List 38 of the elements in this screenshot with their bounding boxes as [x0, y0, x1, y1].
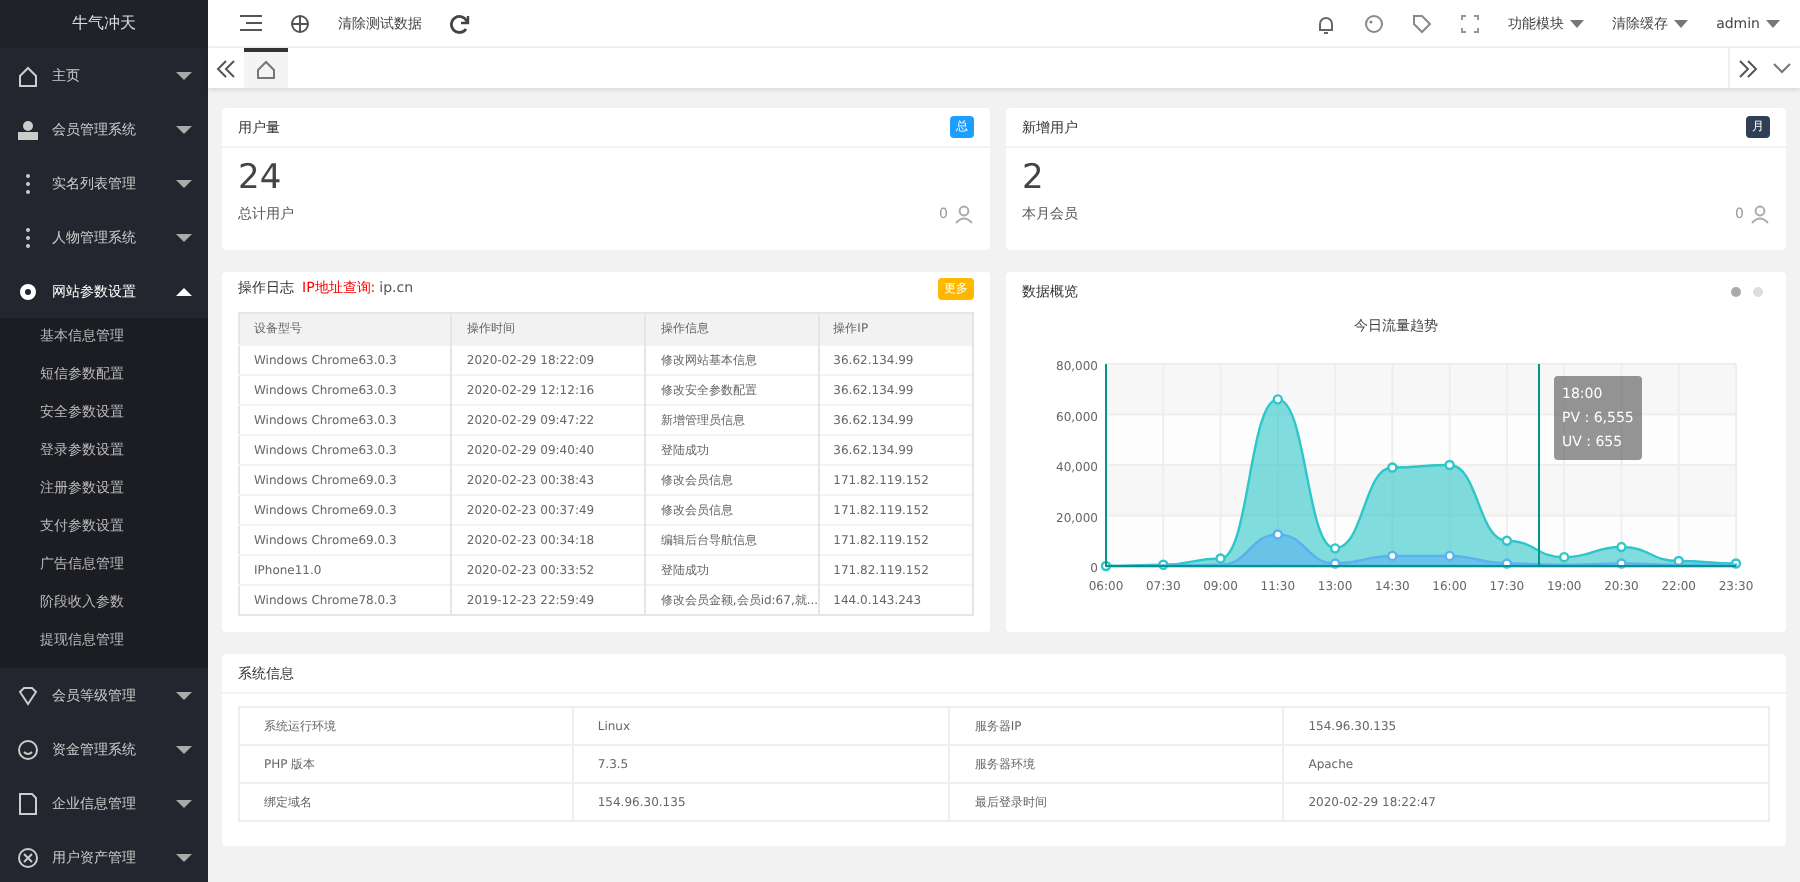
- caret-icon: [176, 123, 192, 135]
- stat-value: 2: [1022, 156, 1046, 200]
- scroll-right-button[interactable]: [1728, 48, 1764, 88]
- scroll-left-button[interactable]: [208, 48, 244, 88]
- chevron-down-icon: [1772, 62, 1792, 74]
- fullscreen-icon[interactable]: [1460, 13, 1481, 33]
- caret-icon: [1766, 19, 1780, 27]
- caret-icon: [176, 743, 192, 755]
- caret-icon: [176, 851, 192, 863]
- bell-icon[interactable]: [1316, 13, 1337, 33]
- caret-icon: [1674, 19, 1689, 27]
- caret-icon: [176, 797, 192, 809]
- home-tab[interactable]: [244, 48, 288, 88]
- double-chevron-left-icon: [216, 59, 236, 77]
- caret-icon: [176, 69, 192, 81]
- refresh-icon[interactable]: [450, 13, 470, 33]
- app-logo: 牛气冲天: [0, 0, 208, 48]
- stat-value: 24: [238, 156, 284, 200]
- caret-icon: [1570, 19, 1585, 27]
- caret-icon: [176, 177, 192, 189]
- tab-menu-button[interactable]: [1764, 48, 1800, 88]
- user-icon: [954, 204, 974, 224]
- user-icon: [16, 117, 40, 141]
- tag-icon[interactable]: [1412, 13, 1433, 33]
- caret-icon: [176, 285, 192, 297]
- home-icon: [256, 60, 276, 80]
- double-chevron-right-icon: [1737, 59, 1757, 77]
- home-icon: [16, 63, 40, 87]
- gear-icon: [16, 279, 40, 303]
- user-icon: [1750, 204, 1770, 224]
- caret-icon: [176, 231, 192, 243]
- caret-icon: [176, 689, 192, 701]
- smiley-icon: [16, 737, 40, 761]
- circle-x-icon: [16, 845, 40, 869]
- diamond-icon: [16, 683, 40, 707]
- menu-icon[interactable]: [240, 14, 262, 32]
- data-point: [1272, 394, 1283, 405]
- document-icon: [16, 791, 40, 815]
